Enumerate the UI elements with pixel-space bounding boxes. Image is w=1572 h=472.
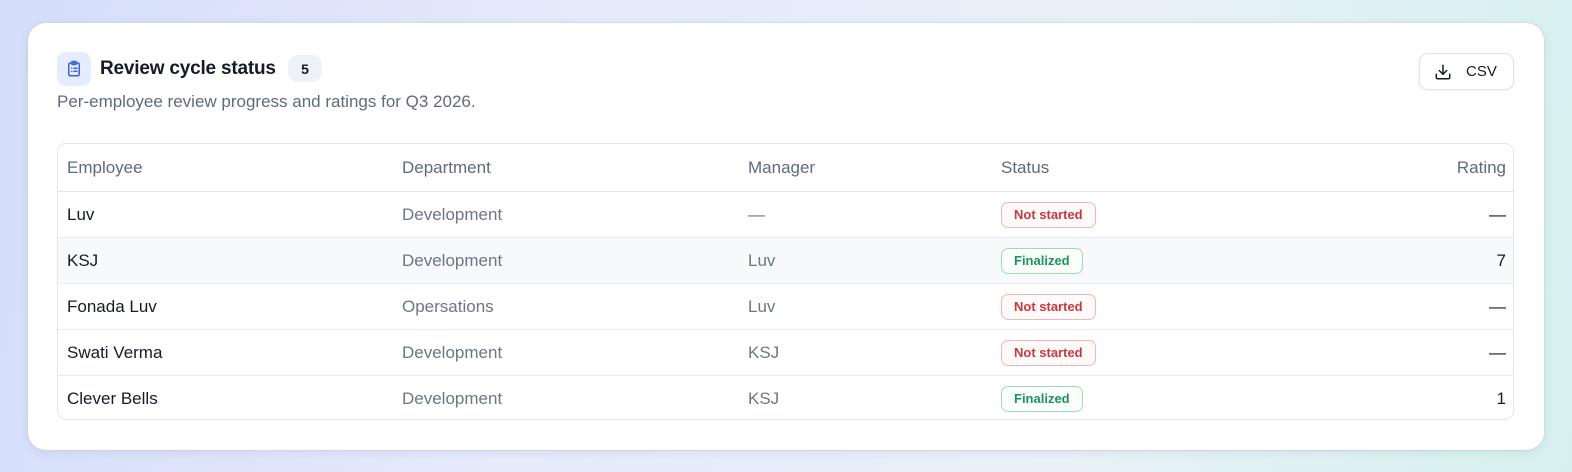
cell-rating: — <box>1292 191 1513 238</box>
cell-department: Opersations <box>393 283 739 330</box>
cell-employee: Swati Verma <box>58 329 393 376</box>
download-icon <box>1434 63 1452 81</box>
cell-manager: Luv <box>739 283 992 330</box>
cell-employee: KSJ <box>58 237 393 284</box>
cell-employee: Clever Bells <box>67 388 158 408</box>
cell-employee: Luv <box>58 191 393 238</box>
cell-rating: 1 <box>1496 388 1506 408</box>
cell-department: Development <box>402 388 503 408</box>
column-header-department[interactable]: Department <box>393 144 739 192</box>
csv-button-label: CSV <box>1466 63 1497 80</box>
cell-status: Not started <box>992 283 1292 330</box>
status-badge: Not started <box>1001 339 1096 366</box>
page-subtitle: Per-employee review progress and ratings… <box>57 92 476 111</box>
page-title: Review cycle status <box>100 58 276 79</box>
table-row[interactable]: KSJ Development Luv Finalized 7 <box>58 237 1513 284</box>
table-row[interactable]: Swati Verma Development KSJ Not started … <box>58 329 1513 376</box>
status-badge: Finalized <box>1001 385 1083 412</box>
cell-department: Development <box>393 191 739 238</box>
cell-manager: KSJ <box>739 329 992 376</box>
count-badge: 5 <box>288 55 322 82</box>
cell-rating: 7 <box>1292 237 1513 284</box>
cell-department: Development <box>393 329 739 376</box>
cell-manager: KSJ <box>748 388 780 408</box>
table-row[interactable]: Clever Bells Development KSJ Finalized 1 <box>58 376 1513 420</box>
review-table: Employee Department Manager Status Ratin… <box>57 143 1514 420</box>
cell-status: Not started <box>992 329 1292 376</box>
table-header-row: Employee Department Manager Status Ratin… <box>58 144 1513 192</box>
cell-employee: Fonada Luv <box>58 283 393 330</box>
status-badge: Not started <box>1001 201 1096 228</box>
cell-manager: Luv <box>739 237 992 284</box>
cell-manager: — <box>739 191 992 238</box>
clipboard-list-icon <box>57 52 91 86</box>
csv-export-button[interactable]: CSV <box>1419 53 1514 90</box>
column-header-manager[interactable]: Manager <box>739 144 992 192</box>
cell-status: Finalized <box>992 376 1292 420</box>
table-row[interactable]: Fonada Luv Opersations Luv Not started — <box>58 283 1513 330</box>
cell-status: Not started <box>992 191 1292 238</box>
status-badge: Finalized <box>1001 247 1083 274</box>
cell-rating: — <box>1292 283 1513 330</box>
table-row[interactable]: Luv Development — Not started — <box>58 191 1513 238</box>
column-header-employee[interactable]: Employee <box>58 144 393 192</box>
cell-status: Finalized <box>992 237 1292 284</box>
cell-rating: — <box>1292 329 1513 376</box>
review-status-card: Review cycle status 5 Per-employee revie… <box>28 23 1544 450</box>
column-header-status[interactable]: Status <box>992 144 1292 192</box>
status-badge: Not started <box>1001 293 1096 320</box>
cell-department: Development <box>393 237 739 284</box>
column-header-rating[interactable]: Rating <box>1292 144 1513 192</box>
